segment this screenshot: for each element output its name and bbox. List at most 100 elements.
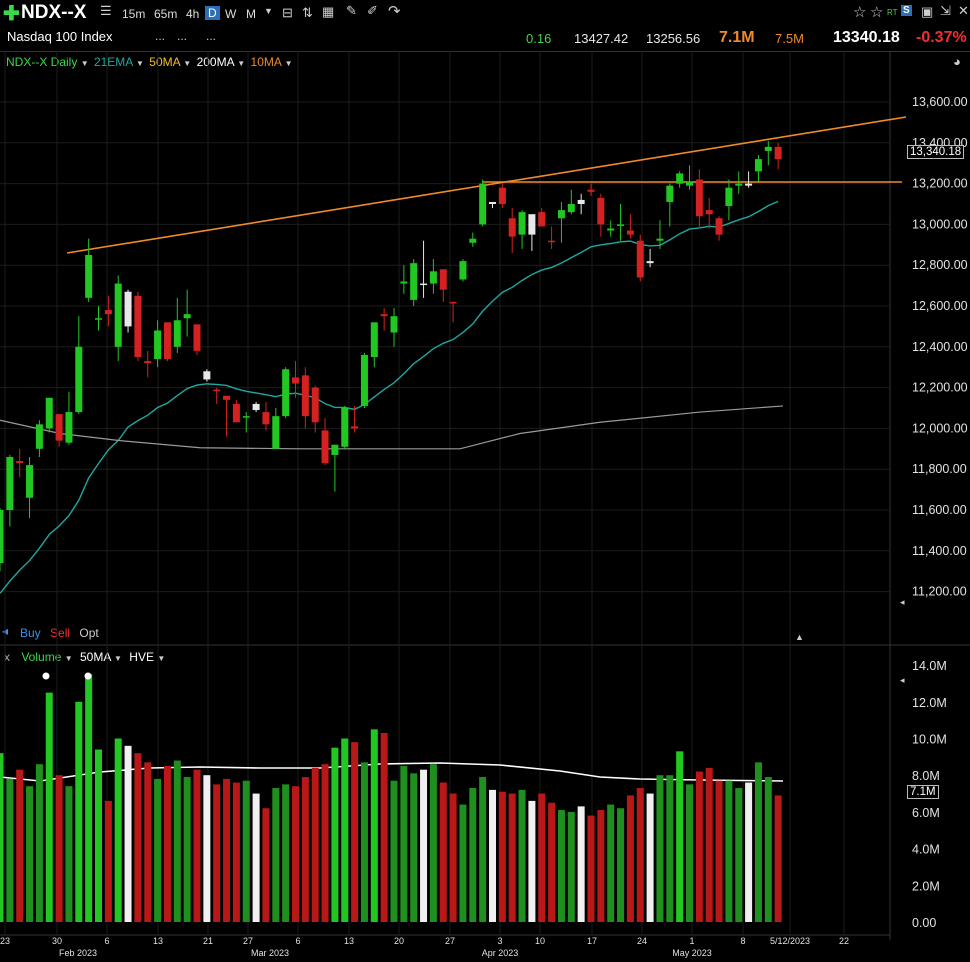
price-tick-label: 11,600.00 (912, 503, 967, 517)
candle-body (676, 173, 684, 184)
volume-bar (656, 775, 664, 922)
volume-bar (686, 784, 693, 922)
candle-body (6, 456, 14, 510)
candle-body (173, 320, 181, 347)
volume-tick-label: 10.0M (912, 733, 947, 747)
volume-bar (557, 810, 565, 922)
volume-bar (646, 793, 654, 922)
candle-body (242, 416, 250, 418)
candle-body (351, 426, 359, 429)
candle-body (754, 159, 762, 172)
volume-bar (114, 738, 122, 922)
volume-bar (203, 775, 211, 922)
candle-body (686, 181, 693, 186)
candle-body (26, 465, 34, 498)
volume-bar (676, 751, 684, 922)
volume-bar (0, 753, 4, 922)
volume-bar (567, 811, 575, 922)
candle-body (567, 204, 575, 213)
date-label: 10 (535, 936, 545, 946)
month-label: Mar 2023 (251, 948, 289, 958)
candle-body (85, 255, 93, 298)
volume-bar (104, 800, 112, 922)
volume-bar (124, 745, 132, 922)
volume-bar (607, 804, 615, 922)
date-label: 5/12/2023 (770, 936, 810, 946)
volume-bar (351, 742, 359, 922)
volume-bar (479, 777, 487, 922)
volume-bar (528, 800, 536, 922)
candle-body (55, 414, 63, 441)
candle-body (666, 185, 674, 202)
candle-body (548, 240, 556, 243)
volume-bar (538, 793, 546, 922)
date-label: 27 (243, 936, 253, 946)
candle-body (321, 430, 329, 464)
candle-body (292, 377, 299, 384)
volume-bar (6, 778, 14, 922)
candle-body (252, 403, 260, 411)
volume-bar (380, 732, 388, 922)
volume-bar (469, 788, 477, 922)
candle-body (597, 197, 605, 225)
volume-bar (626, 795, 634, 922)
volume-tick-label: 14.0M (912, 659, 947, 673)
month-label: May 2023 (672, 948, 712, 958)
volume-bar (183, 777, 191, 922)
volume-bar (410, 773, 418, 922)
volume-bar (311, 767, 319, 922)
volume-tick-label: 6.0M (912, 806, 940, 820)
volume-bar (85, 674, 93, 922)
volume-bar (735, 788, 743, 922)
volume-bar (498, 791, 506, 922)
volume-bar (134, 753, 142, 922)
price-volume-chart[interactable]: 23 30 6 13 21 27 6 13 20 27 3 10 17 24 1 8 5/12/2023 22 Fe… (0, 0, 970, 962)
date-label: 23 (0, 936, 10, 946)
candle-body (538, 212, 546, 227)
volume-bar (597, 810, 605, 922)
date-label: 27 (445, 936, 455, 946)
date-label: 8 (740, 936, 745, 946)
volume-bar (16, 769, 24, 922)
volume-bar (754, 762, 762, 922)
candle-body (213, 389, 221, 392)
price-tick-label: 13,200.00 (912, 177, 968, 191)
volume-bar (429, 764, 437, 922)
volume-bar (26, 786, 34, 922)
candle-body (183, 314, 191, 319)
volume-bar (144, 762, 152, 922)
candle-body (735, 183, 743, 186)
price-tick-label: 11,800.00 (912, 462, 967, 476)
candle-body (301, 375, 309, 417)
candle-body (469, 238, 477, 243)
candle-body (508, 218, 516, 237)
price-tick-label: 12,400.00 (912, 340, 968, 354)
volume-bar (292, 786, 299, 922)
candle-body (587, 189, 595, 192)
volume-bar (65, 786, 73, 922)
date-label: 6 (104, 936, 109, 946)
candle-body (489, 201, 496, 204)
candle-body (223, 395, 231, 400)
candle-body (16, 461, 24, 464)
volume-tick-label: 0.00 (912, 916, 936, 930)
candle-body (656, 238, 664, 241)
volume-bar (508, 793, 516, 922)
price-tag: 13,340.18 (907, 145, 965, 159)
volume-tick-label: 8.0M (912, 769, 940, 783)
volume-bar (459, 804, 467, 922)
volume-bar (252, 793, 260, 922)
candle-body (518, 212, 526, 235)
candle-body (439, 269, 447, 290)
volume-bar (272, 788, 280, 922)
volume-bar (163, 766, 171, 922)
volume-bar (55, 775, 63, 922)
candle-body (370, 322, 378, 357)
month-label: Apr 2023 (482, 948, 519, 958)
ma200-line (0, 405, 784, 450)
volume-bar (518, 789, 526, 922)
candle-body (203, 371, 211, 380)
candle-body (774, 146, 782, 160)
date-label: 6 (295, 936, 300, 946)
volume-bar (370, 729, 378, 922)
